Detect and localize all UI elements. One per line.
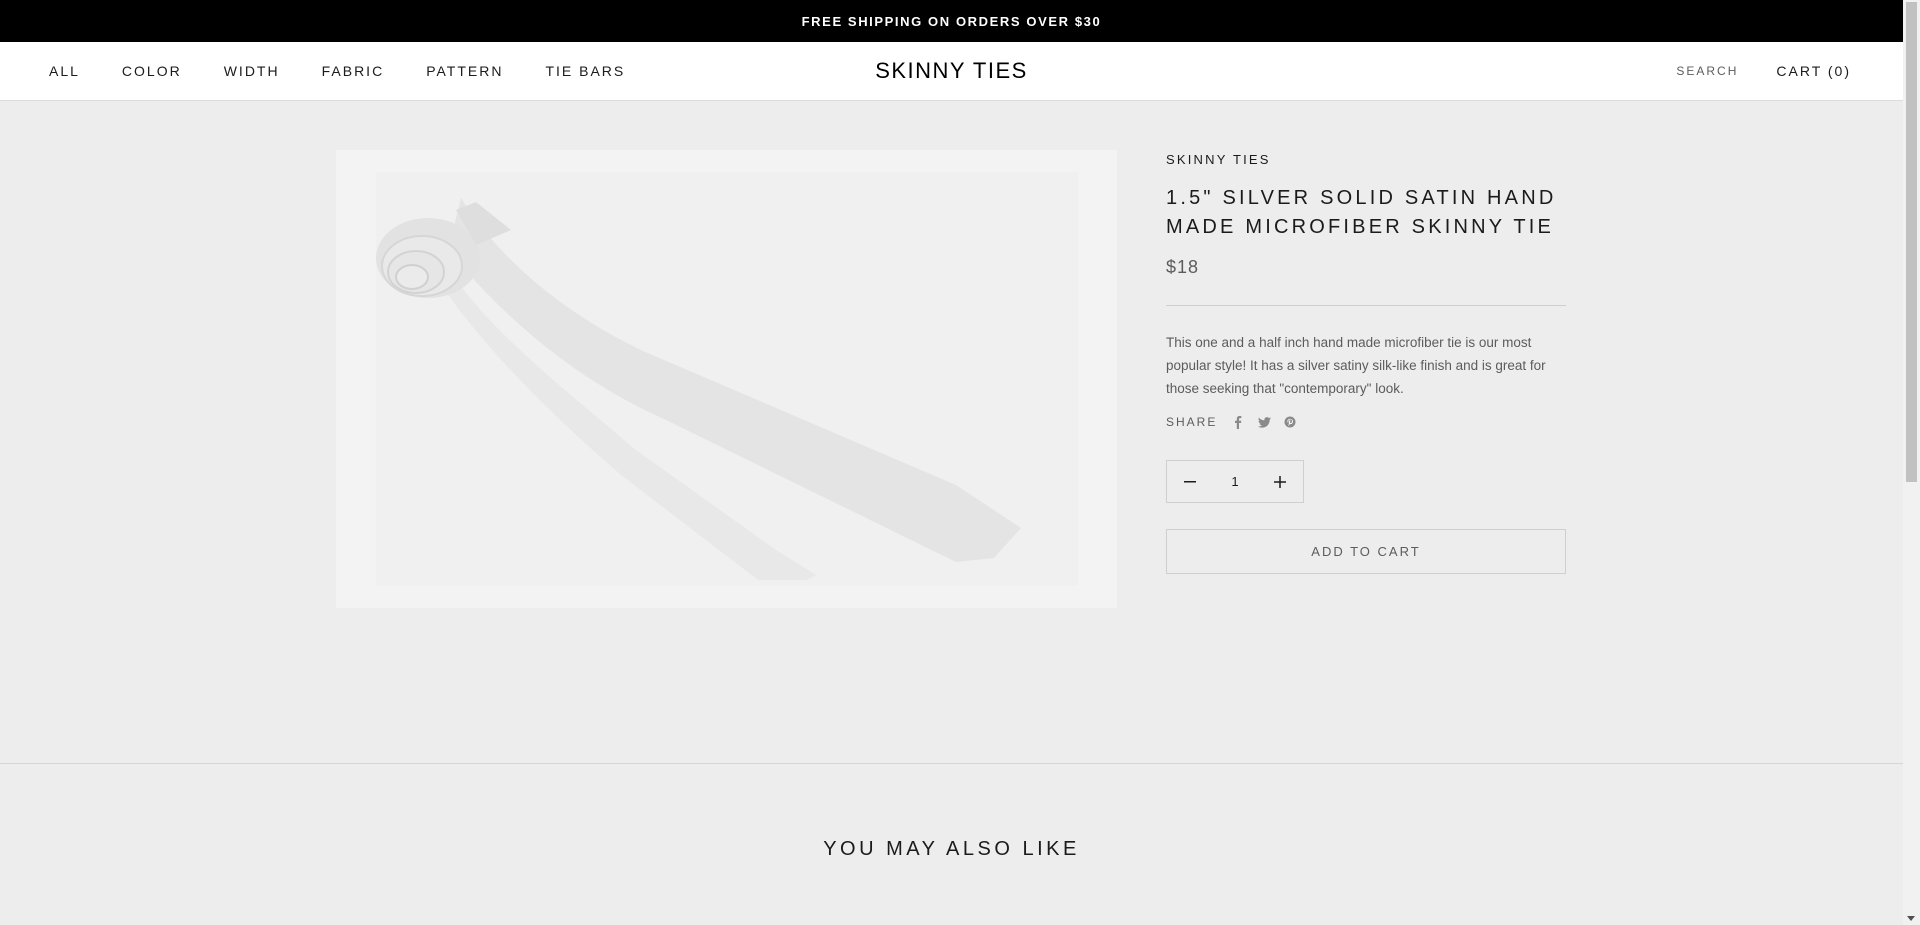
minus-icon xyxy=(1184,480,1196,482)
nav-item-width[interactable]: WIDTH xyxy=(224,63,280,79)
site-header: ALL COLOR WIDTH FABRIC PATTERN TIE BARS … xyxy=(0,42,1903,101)
scrollbar-thumb[interactable] xyxy=(1906,2,1917,482)
pinterest-icon[interactable] xyxy=(1283,415,1297,429)
plus-icon xyxy=(1274,475,1286,488)
product-info: SKINNY TIES 1.5" SILVER SOLID SATIN HAND… xyxy=(1166,150,1566,574)
main-nav: ALL COLOR WIDTH FABRIC PATTERN TIE BARS xyxy=(49,42,667,100)
product-description: This one and a half inch hand made micro… xyxy=(1166,335,1546,396)
facebook-icon[interactable] xyxy=(1231,415,1245,429)
announcement-text: FREE SHIPPING ON ORDERS OVER $30 xyxy=(801,13,1102,29)
nav-item-pattern[interactable]: PATTERN xyxy=(426,63,503,79)
quantity-stepper xyxy=(1166,460,1304,503)
nav-item-color[interactable]: COLOR xyxy=(122,63,182,79)
search-link[interactable]: SEARCH xyxy=(1676,64,1738,78)
header-actions: SEARCH CART (0) xyxy=(1676,42,1851,100)
quantity-decrease-button[interactable] xyxy=(1167,460,1213,503)
product-vendor[interactable]: SKINNY TIES xyxy=(1166,152,1566,167)
share-row: SHARE xyxy=(1166,415,1566,429)
store-logo[interactable]: SKINNY TIES xyxy=(875,58,1028,84)
cart-link[interactable]: CART (0) xyxy=(1776,63,1851,79)
product-price: $18 xyxy=(1166,257,1200,277)
product-image[interactable] xyxy=(336,150,1117,608)
add-to-cart-button[interactable]: ADD TO CART xyxy=(1166,529,1566,574)
share-label: SHARE xyxy=(1166,415,1218,429)
section-divider xyxy=(0,763,1903,764)
product-title: 1.5" SILVER SOLID SATIN HAND MADE MICROF… xyxy=(1166,187,1557,238)
info-divider xyxy=(1166,305,1566,306)
nav-item-fabric[interactable]: FABRIC xyxy=(322,63,385,79)
scroll-down-arrow-icon[interactable] xyxy=(1907,916,1915,921)
quantity-increase-button[interactable] xyxy=(1257,460,1303,503)
page-scrollbar[interactable] xyxy=(1903,0,1920,925)
related-products-title: YOU MAY ALSO LIKE xyxy=(823,838,1080,860)
tie-image xyxy=(376,172,1078,586)
quantity-input[interactable] xyxy=(1218,473,1252,490)
twitter-icon[interactable] xyxy=(1257,415,1271,429)
nav-item-tie-bars[interactable]: TIE BARS xyxy=(545,63,625,79)
announcement-bar: FREE SHIPPING ON ORDERS OVER $30 xyxy=(0,0,1903,42)
nav-item-all[interactable]: ALL xyxy=(49,63,80,79)
